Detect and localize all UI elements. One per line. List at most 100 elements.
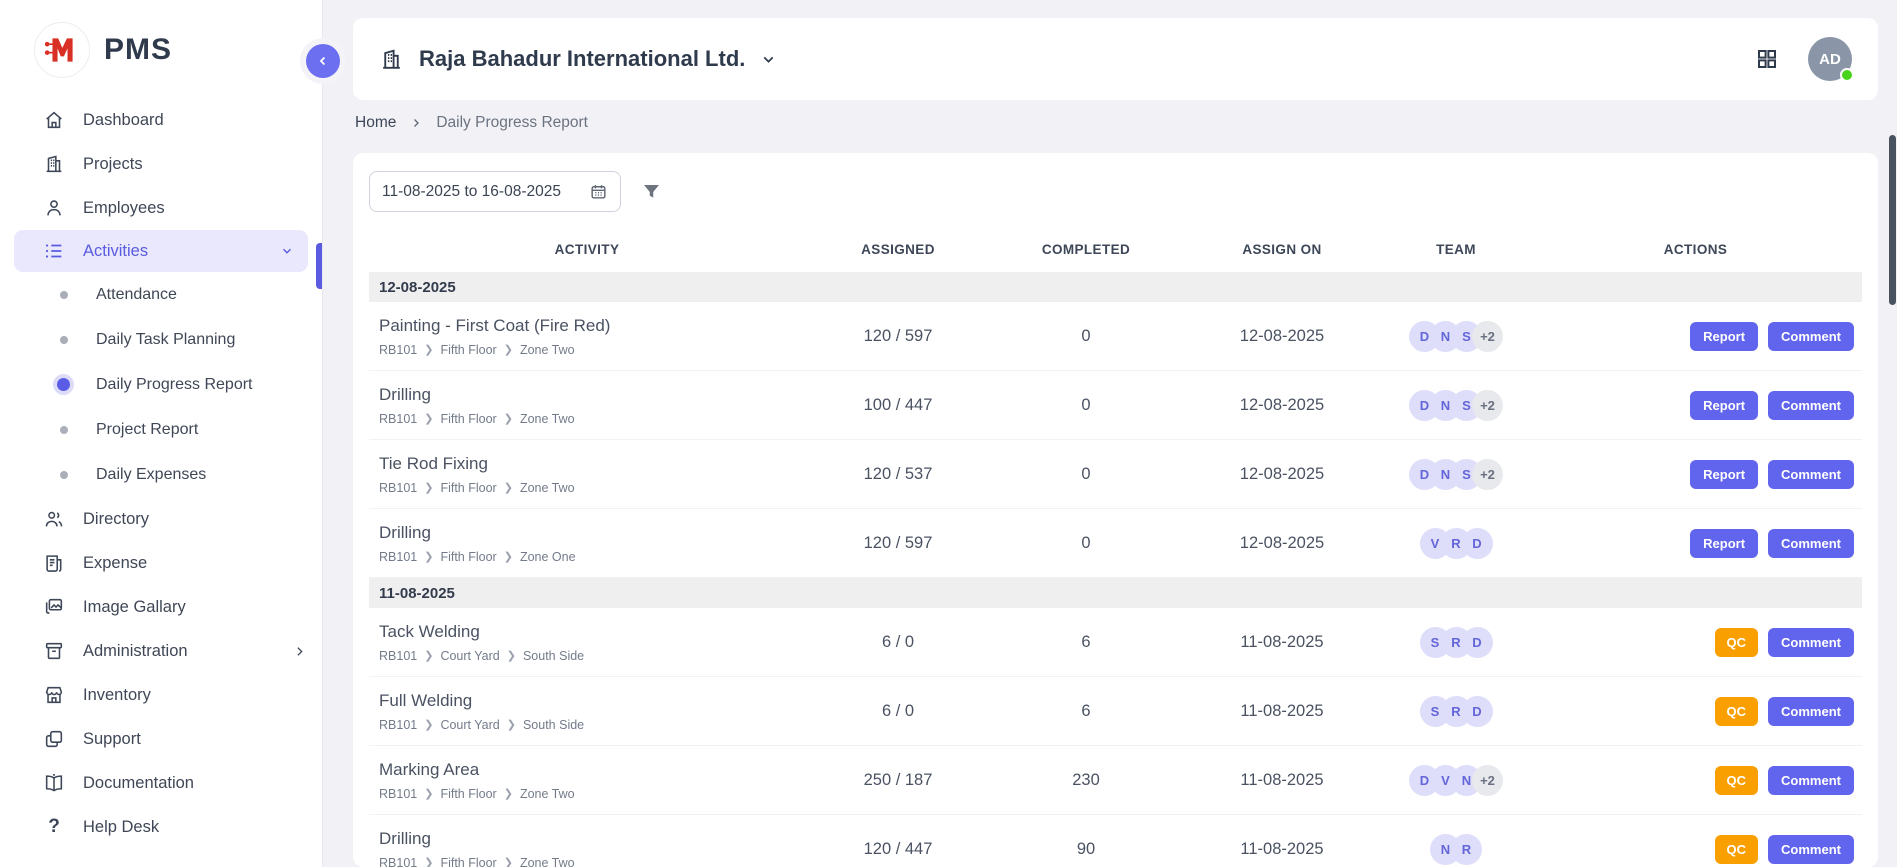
chevron-right-icon: ❯	[504, 856, 513, 867]
sidebar-item-expense[interactable]: Expense	[0, 541, 322, 585]
chevron-right-icon: ❯	[424, 481, 433, 494]
path-floor: Court Yard	[440, 649, 499, 663]
table-row: Drilling RB101 ❯ Fifth Floor ❯ Zone One …	[369, 509, 1862, 578]
comment-button[interactable]: Comment	[1768, 322, 1854, 351]
comment-button[interactable]: Comment	[1768, 529, 1854, 558]
activity-title: Full Welding	[379, 691, 805, 711]
assigned-value: 6 / 0	[805, 702, 991, 721]
user-avatar[interactable]: AD	[1808, 37, 1852, 81]
sidebar-item-label: Activities	[83, 242, 148, 261]
column-header-completed: COMPLETED	[991, 242, 1181, 257]
report-button[interactable]: Report	[1690, 322, 1758, 351]
assign-on-value: 12-08-2025	[1181, 465, 1383, 484]
chevron-right-icon: ❯	[507, 718, 516, 731]
group-date: 12-08-2025	[379, 279, 456, 296]
screen: PMS Dashboard Projects	[0, 0, 1897, 867]
activity-location-path: RB101 ❯ Fifth Floor ❯ Zone Two	[379, 787, 805, 801]
sidebar-item-inventory[interactable]: Inventory	[0, 673, 322, 717]
team-avatars: S R D	[1383, 627, 1529, 658]
report-button[interactable]: Report	[1690, 529, 1758, 558]
app-title: PMS	[104, 33, 172, 67]
activity-title: Drilling	[379, 829, 805, 849]
sidebar-item-label: Dashboard	[83, 111, 164, 130]
table-row: Drilling RB101 ❯ Fifth Floor ❯ Zone Two …	[369, 815, 1862, 867]
apps-grid-icon[interactable]	[1752, 44, 1782, 74]
team-avatars: D V N +2	[1383, 765, 1529, 796]
team-extra-count-badge: +2	[1472, 765, 1503, 796]
qc-button[interactable]: QC	[1715, 766, 1759, 795]
completed-value: 0	[991, 465, 1181, 484]
qc-button[interactable]: QC	[1715, 835, 1759, 864]
sidebar-item-directory[interactable]: Directory	[0, 497, 322, 541]
sidebar-subitem-label: Project Report	[96, 421, 198, 439]
sidebar-item-image-gallary[interactable]: Image Gallary	[0, 585, 322, 629]
comment-button[interactable]: Comment	[1768, 766, 1854, 795]
sidebar-item-projects[interactable]: Projects	[0, 142, 322, 186]
qc-button[interactable]: QC	[1715, 697, 1759, 726]
sidebar-subitem-daily-task-planning[interactable]: Daily Task Planning	[0, 317, 322, 362]
filter-row: 11-08-2025 to 16-08-2025	[369, 171, 1862, 212]
activity-location-path: RB101 ❯ Fifth Floor ❯ Zone One	[379, 550, 805, 564]
sidebar-item-employees[interactable]: Employees	[0, 186, 322, 230]
sidebar-subitem-daily-progress-report[interactable]: Daily Progress Report	[0, 362, 322, 407]
assign-on-value: 12-08-2025	[1181, 396, 1383, 415]
comment-button[interactable]: Comment	[1768, 835, 1854, 864]
sidebar-item-label: Image Gallary	[83, 598, 186, 617]
chevron-right-icon: ❯	[424, 412, 433, 425]
path-project: RB101	[379, 550, 417, 564]
assign-on-value: 12-08-2025	[1181, 327, 1383, 346]
sidebar-item-dashboard[interactable]: Dashboard	[0, 98, 322, 142]
assigned-value: 120 / 447	[805, 840, 991, 859]
group-date: 11-08-2025	[379, 585, 455, 602]
assign-on-value: 11-08-2025	[1181, 702, 1383, 721]
app-logo[interactable]: PMS	[0, 14, 322, 88]
chevron-right-icon: ❯	[504, 343, 513, 356]
sidebar-subitem-daily-expenses[interactable]: Daily Expenses	[0, 452, 322, 497]
qc-button[interactable]: QC	[1715, 628, 1759, 657]
path-floor: Fifth Floor	[440, 787, 496, 801]
activity-location-path: RB101 ❯ Court Yard ❯ South Side	[379, 718, 805, 732]
breadcrumb-home-link[interactable]: Home	[355, 114, 396, 132]
team-avatars: S R D	[1383, 696, 1529, 727]
sidebar-item-administration[interactable]: Administration	[0, 629, 322, 673]
sidebar-subitem-project-report[interactable]: Project Report	[0, 407, 322, 452]
path-zone: Zone One	[520, 550, 576, 564]
path-project: RB101	[379, 718, 417, 732]
comment-button[interactable]: Comment	[1768, 628, 1854, 657]
assigned-value: 6 / 0	[805, 633, 991, 652]
bullet-icon	[60, 336, 68, 344]
activity-location-path: RB101 ❯ Fifth Floor ❯ Zone Two	[379, 856, 805, 867]
comment-button[interactable]: Comment	[1768, 697, 1854, 726]
team-avatars: V R D	[1383, 528, 1529, 559]
sidebar-item-help-desk[interactable]: ? Help Desk	[0, 805, 322, 849]
sidebar-subitem-attendance[interactable]: Attendance	[0, 272, 322, 317]
company-selector[interactable]: Raja Bahadur International Ltd.	[379, 46, 777, 72]
column-header-team: TEAM	[1383, 242, 1529, 257]
archive-icon	[42, 639, 66, 663]
sidebar-subitem-label: Daily Progress Report	[96, 376, 253, 394]
table-row: Painting - First Coat (Fire Red) RB101 ❯…	[369, 302, 1862, 371]
sidebar-item-documentation[interactable]: Documentation	[0, 761, 322, 805]
comment-button[interactable]: Comment	[1768, 391, 1854, 420]
comment-button[interactable]: Comment	[1768, 460, 1854, 489]
completed-value: 90	[991, 840, 1181, 859]
vertical-scrollbar-thumb[interactable]	[1889, 135, 1896, 305]
sidebar-item-support[interactable]: Support	[0, 717, 322, 761]
activity-title: Marking Area	[379, 760, 805, 780]
chevron-right-icon: ❯	[504, 481, 513, 494]
filter-funnel-icon[interactable]	[641, 181, 662, 202]
sidebar-item-activities[interactable]: Activities	[14, 230, 308, 272]
sidebar-subitem-label: Daily Task Planning	[96, 331, 235, 349]
column-header-assign-on: ASSIGN ON	[1181, 242, 1383, 257]
activity-title: Tack Welding	[379, 622, 805, 642]
date-group-header: 11-08-2025	[369, 578, 1862, 608]
report-button[interactable]: Report	[1690, 460, 1758, 489]
report-button[interactable]: Report	[1690, 391, 1758, 420]
list-icon	[42, 239, 66, 263]
column-header-activity: ACTIVITY	[369, 242, 805, 257]
date-range-input[interactable]: 11-08-2025 to 16-08-2025	[369, 171, 621, 212]
sidebar-collapse-button[interactable]	[306, 44, 340, 78]
users-icon	[42, 507, 66, 531]
company-name: Raja Bahadur International Ltd.	[419, 46, 745, 72]
logo-mark-icon	[34, 22, 90, 78]
